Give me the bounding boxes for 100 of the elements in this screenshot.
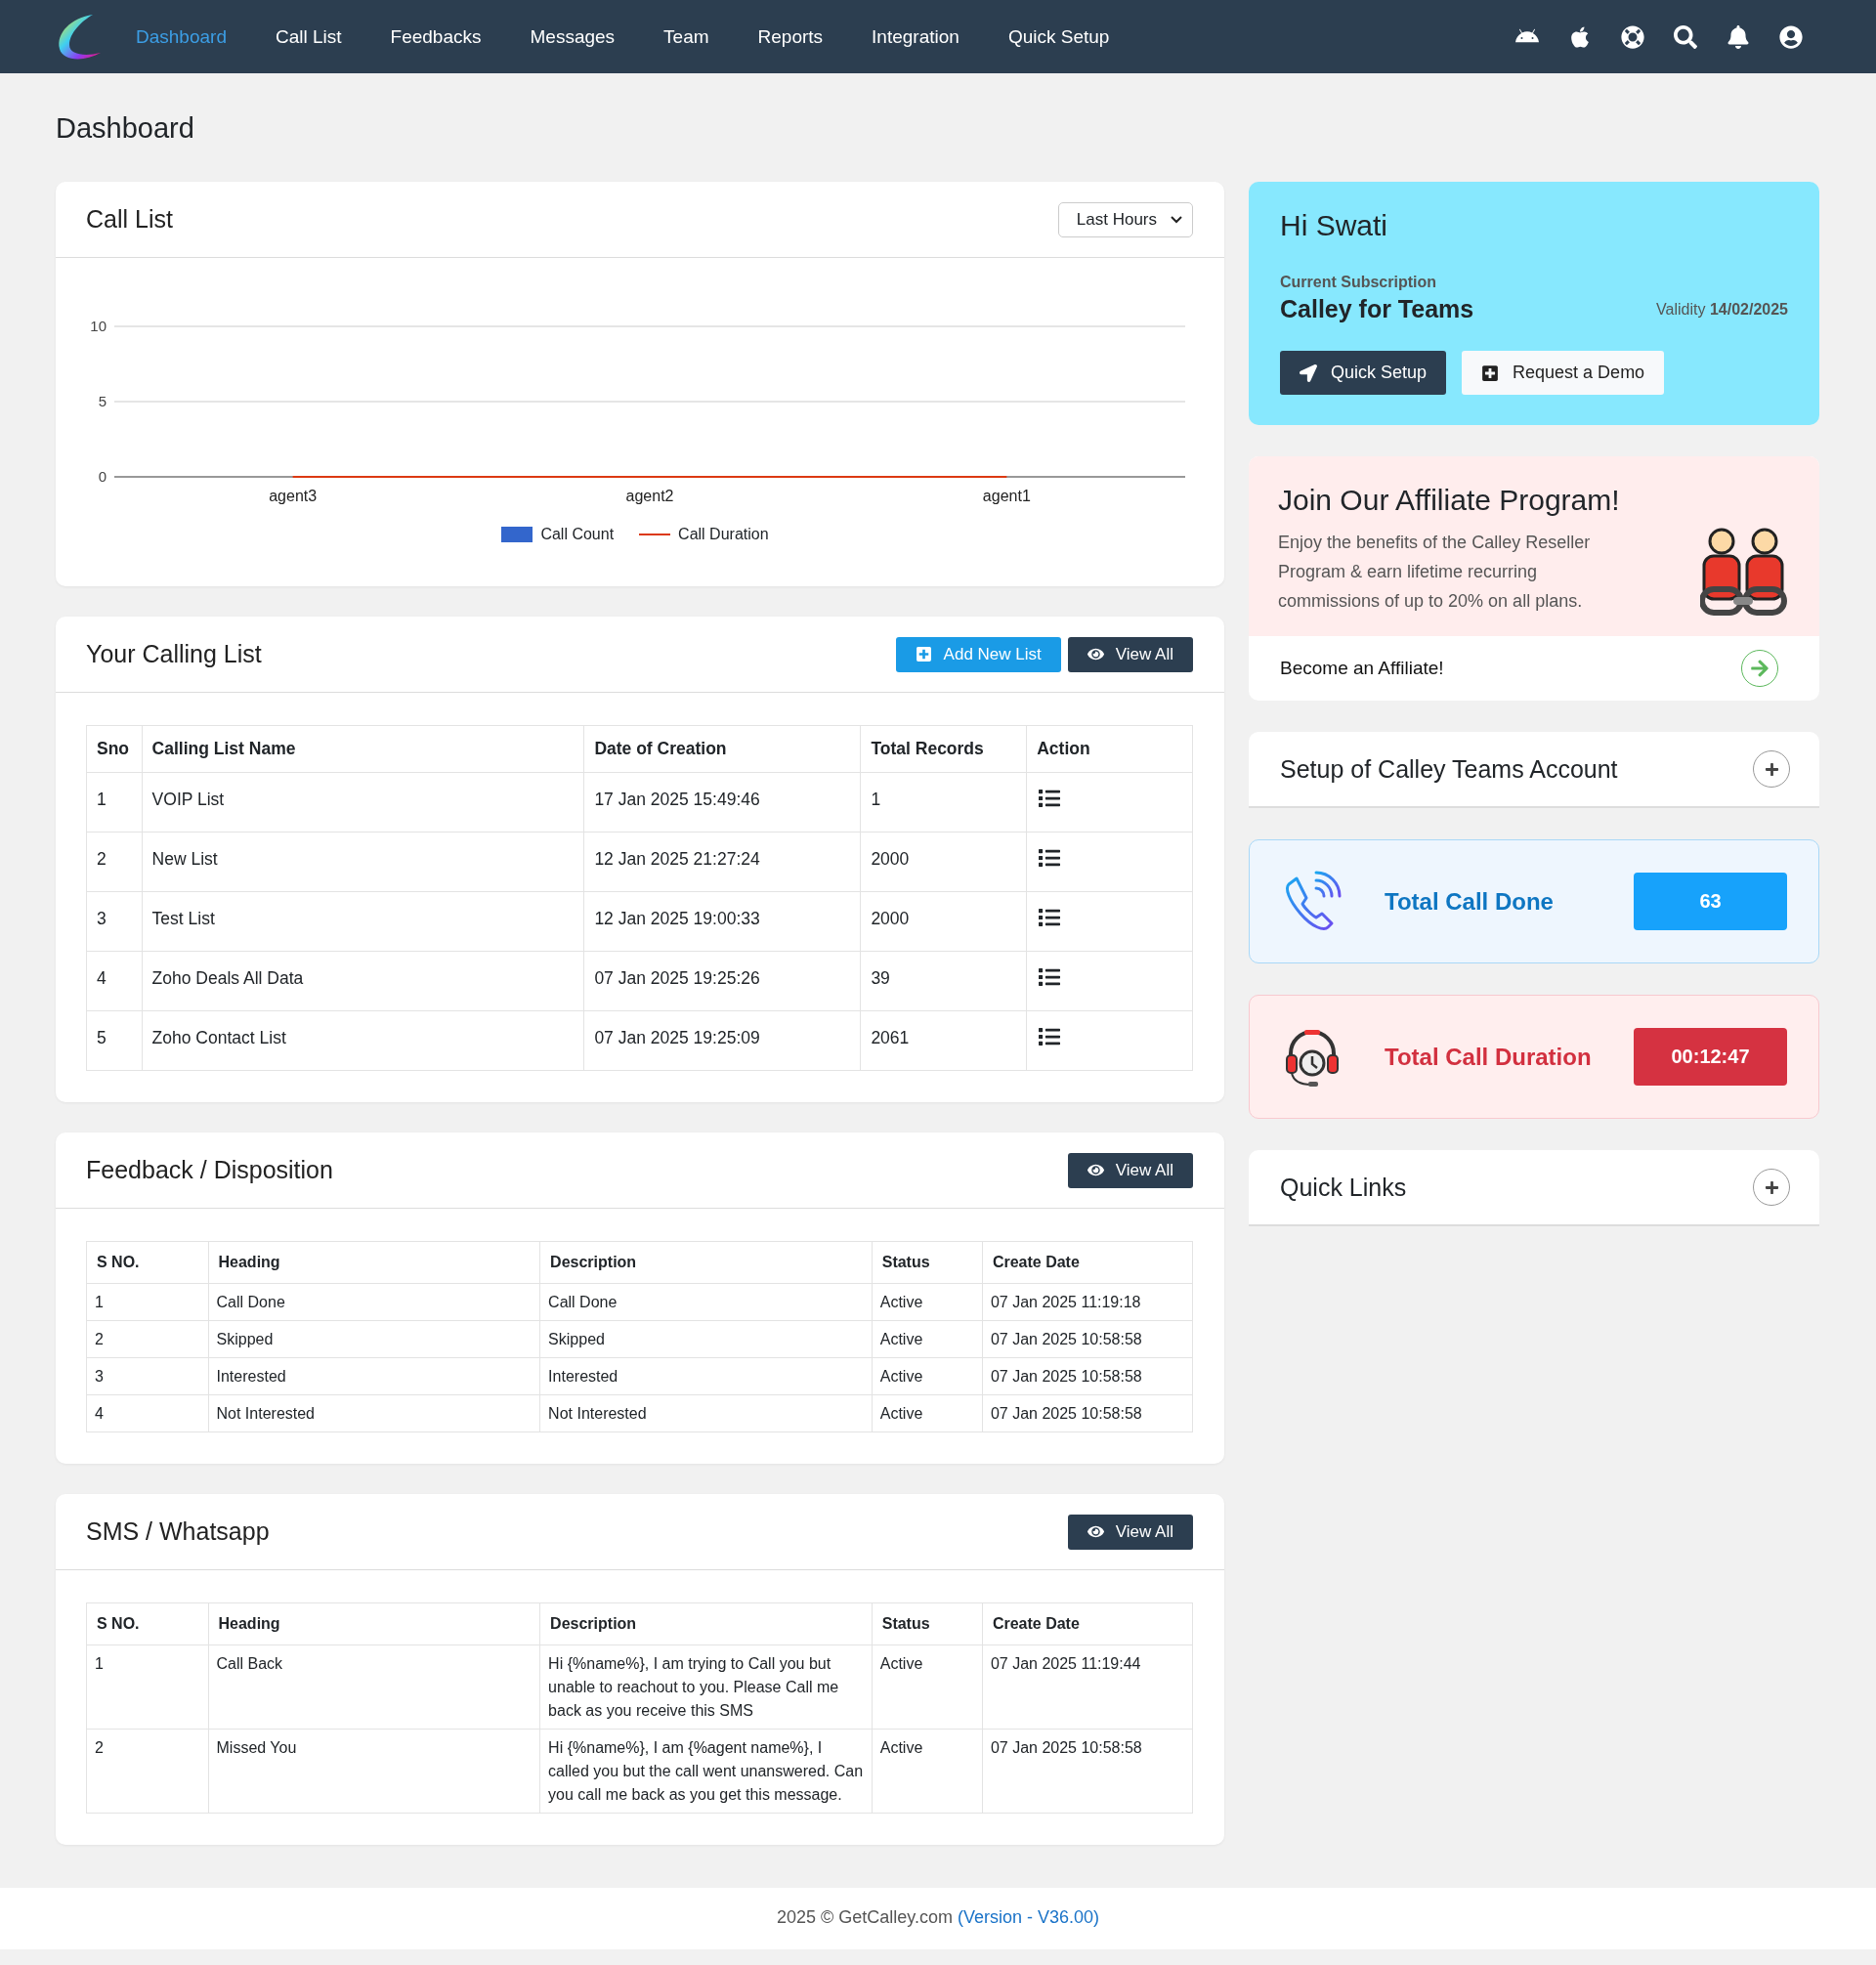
axis-label: 10 [90,318,107,334]
table-cell: 07 Jan 2025 10:58:58 [982,1357,1193,1395]
affiliate-text: Enjoy the benefits of the Calley Reseller Program & earn lifetime recurring commissions of up to 20% on all plans. [1278,532,1592,613]
expand-button[interactable] [1753,1169,1790,1206]
view-all-button[interactable]: View All [1067,1152,1193,1188]
table-cell: Call Done [539,1283,873,1321]
table-cell: 5 [86,1010,143,1071]
table-cell: 07 Jan 2025 10:58:58 [982,1320,1193,1358]
affiliate-title: Join Our Affiliate Program! [1278,484,1621,517]
table-cell: 12 Jan 2025 19:00:33 [583,891,861,952]
quick-setup-button[interactable]: Quick Setup [1280,351,1447,395]
version-link[interactable]: (Version - V36.00) [957,1907,1100,1927]
table-cell: Missed You [208,1729,540,1814]
table-cell: Interested [208,1357,540,1395]
legend-item: Call Count [501,526,615,543]
table-cell: Not Interested [208,1394,540,1432]
legend-swatch-icon [501,527,533,542]
column-header: Status [872,1602,983,1645]
nav-link[interactable]: Integration [872,25,959,48]
column-header: Sno [86,725,143,773]
affiliate-link[interactable]: Become an Affiliate! [1280,658,1444,679]
table-cell: Test List [142,891,584,952]
help-icon[interactable] [1621,24,1644,49]
table-cell: Skipped [208,1320,540,1358]
table-cell: Call Done [208,1283,540,1321]
greeting-title: Hi Swati [1280,209,1389,242]
nav-link[interactable]: Team [663,25,709,48]
axis-label: agent2 [625,488,674,504]
profile-icon[interactable] [1779,24,1803,49]
view-all-button[interactable]: View All [1067,1514,1193,1550]
axis-label: 0 [98,468,107,485]
table-cell: Active [872,1729,983,1814]
card-title: Feedback / Disposition [86,1156,333,1184]
column-header: S NO. [86,1241,208,1284]
table-cell: Zoho Contact List [142,1010,584,1071]
column-header: Action [1026,725,1193,773]
nav-link[interactable]: Reports [757,25,824,48]
plan-name: Calley for Teams [1280,295,1474,323]
table-cell: 07 Jan 2025 10:58:58 [982,1729,1193,1814]
nav-link[interactable]: Feedbacks [390,25,482,48]
column-header: Total Records [860,725,1027,773]
table-cell: Active [872,1357,983,1395]
table-cell: 1 [86,1645,208,1730]
eye-icon [1087,1162,1104,1178]
search-icon[interactable] [1674,24,1697,49]
legend-line-icon [639,534,671,535]
period-select[interactable]: Last Hours [1057,201,1193,237]
list-icon[interactable] [1039,907,1061,928]
nav-link[interactable]: Quick Setup [1007,25,1110,48]
table-cell: Call Back [208,1645,540,1730]
eye-icon [1087,646,1104,662]
column-header: Heading [208,1602,540,1645]
table-cell: 1 [860,772,1027,833]
card-title: Call List [86,205,173,234]
table-cell: Hi {%name%}, I am {%agent name%}, I called you but the call went unanswered. Can you call me back as you get this message. [539,1729,873,1814]
nav-link[interactable]: Dashboard [136,25,227,48]
request-demo-button[interactable]: Request a Demo [1462,351,1665,395]
axis-label: 5 [98,393,107,409]
table-cell: 17 Jan 2025 15:49:46 [583,772,861,833]
nav-link[interactable]: Messages [530,25,616,48]
table-cell: 12 Jan 2025 21:27:24 [583,832,861,892]
view-all-button[interactable]: View All [1067,636,1193,672]
validity-text: Validity 14/02/2025 [1656,300,1788,319]
notification-icon[interactable] [1727,24,1750,49]
stat-value: 63 [1634,873,1787,930]
stat-label: Total Call Duration [1385,1043,1592,1071]
nav-link[interactable]: Call List [275,25,342,48]
column-header: S NO. [86,1602,208,1645]
column-header: Calling List Name [142,725,584,773]
axis-label: agent3 [269,488,318,504]
card-title: SMS / Whatsapp [86,1517,270,1546]
table-cell: 2061 [860,1010,1027,1071]
table-cell: 07 Jan 2025 19:25:09 [583,1010,861,1071]
table-cell: 2 [86,1729,208,1814]
table-cell: Not Interested [539,1394,873,1432]
table-cell: 07 Jan 2025 11:19:44 [982,1645,1193,1730]
table-cell: Active [872,1283,983,1321]
column-header: Status [872,1241,983,1284]
subscription-label: Current Subscription [1280,274,1437,291]
caret-icon [1171,215,1182,224]
expand-button[interactable] [1753,750,1790,788]
table-cell: VOIP List [142,772,584,833]
table-cell: Active [872,1394,983,1432]
table-cell: 07 Jan 2025 11:19:18 [982,1283,1193,1321]
table-cell: Skipped [539,1320,873,1358]
list-icon[interactable] [1039,788,1061,809]
footer-text: 2025 © GetCalley.com (Version - V36.00) [776,1907,1100,1927]
list-icon[interactable] [1039,966,1061,988]
stat-value: 00:12:47 [1634,1028,1787,1086]
legend-item: Call Duration [639,526,769,543]
column-header: Date of Creation [583,725,861,773]
table-cell: 3 [86,891,143,952]
eye-icon [1087,1523,1104,1540]
stat-label: Total Call Done [1385,887,1554,916]
list-icon[interactable] [1039,847,1061,869]
apple-icon[interactable] [1568,24,1592,49]
list-icon[interactable] [1039,1026,1061,1047]
table-cell: 2 [86,832,143,892]
table-cell: 1 [86,1283,208,1321]
plus-icon [1764,761,1779,777]
